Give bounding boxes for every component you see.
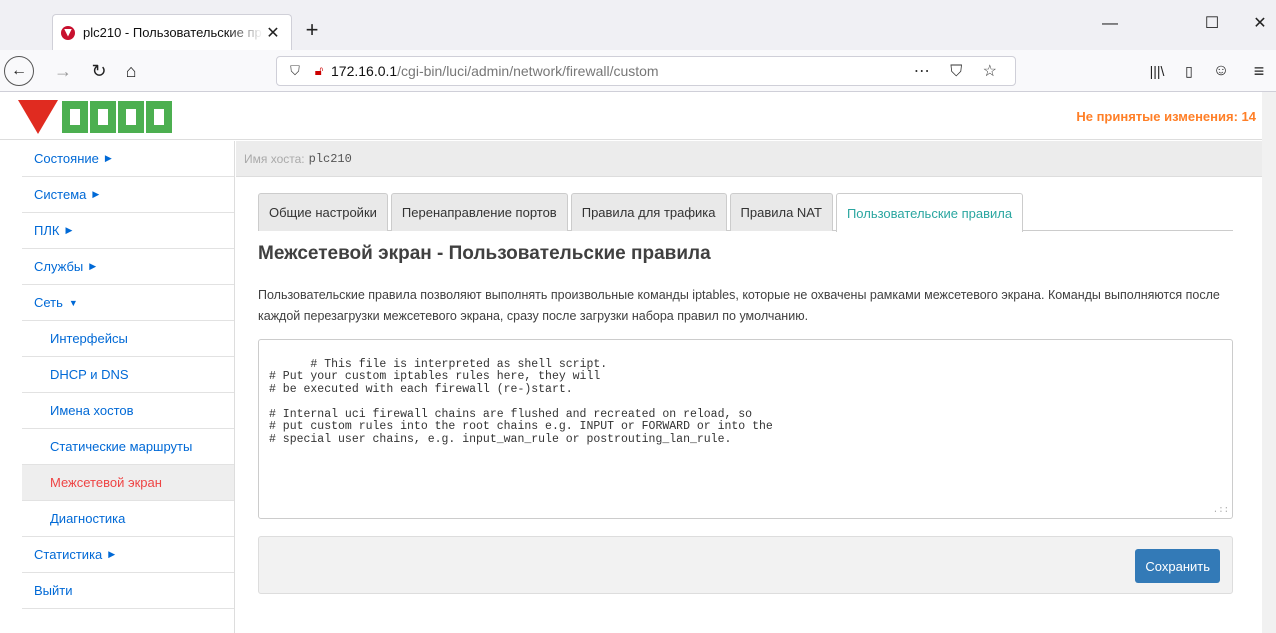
insecure-lock-icon[interactable]: 🔓︎: [307, 63, 331, 79]
sidebar-item-static-routes[interactable]: Статические маршруты: [22, 429, 234, 465]
home-icon[interactable]: ⌂: [118, 58, 144, 84]
tab-custom-rules[interactable]: Пользовательские правила: [835, 193, 1024, 232]
maximize-icon[interactable]: ☐: [1192, 12, 1232, 36]
new-tab-button[interactable]: +: [300, 18, 324, 42]
page-title: Межсетевой экран - Пользовательские прав…: [258, 243, 711, 264]
tab-nat-rules[interactable]: Правила NAT: [729, 193, 833, 231]
browser-tab-title: plc210 - Пользовательские пр: [83, 25, 262, 40]
sidebar-toggle-icon[interactable]: ▯: [1176, 58, 1202, 84]
shield-icon[interactable]: ⛉: [283, 63, 307, 79]
firewall-tabs: Общие настройки Перенаправление портов П…: [258, 193, 1233, 232]
minimize-icon[interactable]: —: [1090, 12, 1130, 36]
page-header: Не принятые изменения: 14: [0, 92, 1276, 140]
page-actions-icon[interactable]: ⋯ ⛉ ☆: [914, 61, 1005, 81]
hostname-label: Имя хоста:: [244, 151, 305, 166]
main-content: Имя хоста: plc210 Общие настройки Перена…: [236, 141, 1276, 633]
caret-down-icon: ▼: [68, 297, 78, 308]
sidebar-item-services[interactable]: Службы ▶: [22, 249, 234, 285]
tab-general[interactable]: Общие настройки: [258, 193, 388, 231]
caret-right-icon: ▶: [104, 153, 112, 163]
page-scrollbar[interactable]: [1262, 92, 1276, 633]
forward-icon[interactable]: →: [50, 58, 76, 84]
tab-traffic-rules[interactable]: Правила для трафика: [570, 193, 727, 231]
caret-right-icon: ▶: [92, 189, 100, 199]
url-host: 172.16.0.1: [331, 63, 398, 79]
sidebar-item-diagnostics[interactable]: Диагностика: [22, 501, 234, 537]
page-description: Пользовательские правила позволяют выпол…: [258, 288, 1220, 323]
tab-port-forwards[interactable]: Перенаправление портов: [390, 193, 568, 231]
sidebar-item-dhcp-dns[interactable]: DHCP и DNS: [22, 357, 234, 393]
sidebar-item-status[interactable]: Состояние ▶: [22, 141, 234, 177]
sidebar: Состояние ▶ Система ▶ ПЛК ▶ Службы ▶ Сеть ▼ И…: [22, 141, 235, 633]
sidebar-item-interfaces[interactable]: Интерфейсы: [22, 321, 234, 357]
hostname-bar: Имя хоста: plc210: [236, 141, 1276, 177]
form-actions: Сохранить: [258, 536, 1233, 594]
account-icon[interactable]: ☺: [1208, 58, 1234, 84]
page: Не принятые изменения: 14 Состояние ▶ Сис…: [0, 92, 1276, 633]
caret-right-icon: ▶: [108, 549, 116, 559]
close-tab-icon[interactable]: ✕: [263, 23, 283, 43]
caret-right-icon: ▶: [89, 261, 97, 271]
browser-navbar: ← → ↻ ⌂ ⛉ 🔓︎ 172.16.0.1/cgi-bin/luci/adm…: [0, 50, 1276, 92]
caret-right-icon: ▶: [65, 225, 73, 235]
sidebar-item-network[interactable]: Сеть ▼: [22, 285, 234, 321]
script-text: # This file is interpreted as shell scri…: [269, 357, 773, 446]
browser-tab[interactable]: plc210 - Пользовательские пр ✕: [52, 14, 292, 50]
reload-icon[interactable]: ↻: [86, 58, 112, 84]
save-button[interactable]: Сохранить: [1135, 549, 1220, 583]
hostname-value: plc210: [308, 151, 352, 166]
custom-rules-textarea[interactable]: # This file is interpreted as shell scri…: [258, 339, 1233, 519]
sidebar-item-system[interactable]: Система ▶: [22, 177, 234, 213]
oven-logo: [18, 100, 174, 134]
sidebar-item-logout[interactable]: Выйти: [22, 573, 234, 609]
sidebar-item-firewall[interactable]: Межсетевой экран: [22, 465, 234, 501]
back-icon[interactable]: ←: [4, 56, 34, 86]
url-path: /cgi-bin/luci/admin/network/firewall/cus…: [397, 63, 659, 79]
unapplied-changes-link[interactable]: Не принятые изменения: 14: [1076, 109, 1256, 124]
close-window-icon[interactable]: ✕: [1240, 12, 1276, 36]
sidebar-item-statistics[interactable]: Статистика ▶: [22, 537, 234, 573]
menu-icon[interactable]: ≡: [1246, 58, 1272, 84]
favicon-icon: [61, 25, 75, 40]
resize-handle-icon[interactable]: .::: [1213, 504, 1229, 517]
sidebar-item-hostnames[interactable]: Имена хостов: [22, 393, 234, 429]
browser-tabbar: plc210 - Пользовательские пр ✕ + — ☐ ✕: [0, 0, 1276, 50]
address-bar[interactable]: ⛉ 🔓︎ 172.16.0.1/cgi-bin/luci/admin/netwo…: [276, 56, 1016, 86]
sidebar-item-plc[interactable]: ПЛК ▶: [22, 213, 234, 249]
library-icon[interactable]: |||\: [1144, 58, 1170, 84]
